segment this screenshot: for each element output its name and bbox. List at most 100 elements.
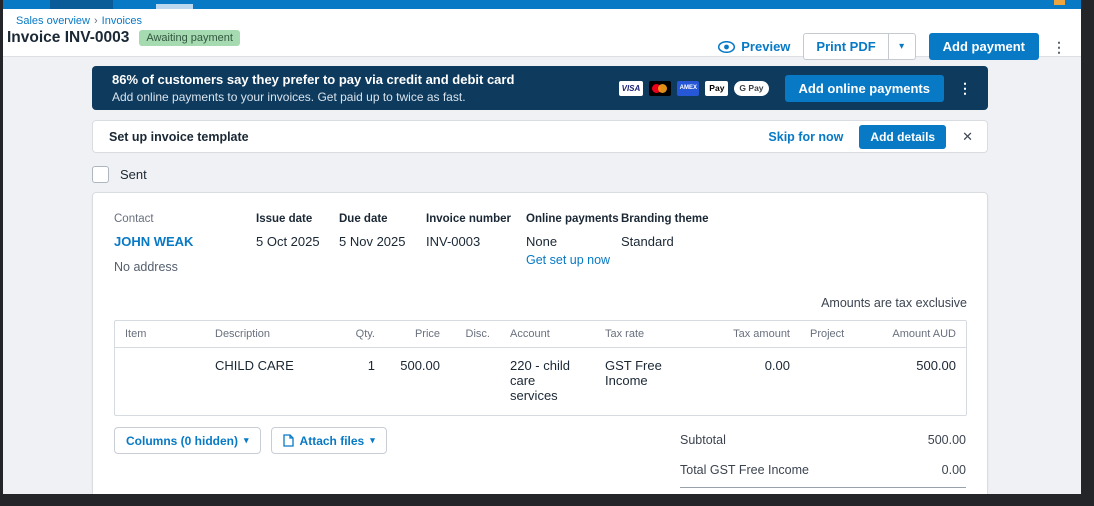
- branding-theme-label: Branding theme: [621, 213, 709, 225]
- cell-description[interactable]: CHILD CARE: [205, 348, 345, 415]
- invoice-card: Contact JOHN WEAK No address Issue date …: [92, 192, 988, 494]
- contact-address: No address: [114, 260, 178, 274]
- col-header-tax-amount: Tax amount: [733, 328, 790, 340]
- branding-theme-value[interactable]: Standard: [621, 234, 709, 249]
- subtotal-row: Subtotal 500.00: [680, 427, 966, 457]
- online-payments-value: None: [526, 234, 558, 249]
- top-nav-bar: [3, 0, 1081, 9]
- app-viewport: Sales overview › Invoices Invoice INV-0003…: [3, 0, 1081, 494]
- amex-icon: AMEX: [677, 80, 700, 96]
- add-details-button[interactable]: Add details: [859, 124, 947, 149]
- sent-checkbox[interactable]: [92, 166, 109, 183]
- invoice-number-field: Invoice number INV-0003: [426, 213, 526, 274]
- gst-label: Total GST Free Income: [680, 463, 809, 477]
- issue-date-value[interactable]: 5 Oct 2025: [256, 234, 339, 249]
- preview-button[interactable]: Preview: [718, 39, 790, 54]
- chevron-down-icon: ▾: [899, 41, 905, 52]
- add-online-payments-button[interactable]: Add online payments: [784, 74, 944, 102]
- columns-button-label: Columns (0 hidden): [126, 433, 238, 448]
- contact-field: Contact JOHN WEAK No address: [114, 213, 256, 274]
- columns-button[interactable]: Columns (0 hidden) ▾: [114, 427, 261, 454]
- banner-headline: 86% of customers say they prefer to pay …: [112, 72, 515, 87]
- subtotal-label: Subtotal: [680, 433, 726, 447]
- col-header-item: Item: [125, 328, 147, 340]
- google-pay-icon: G Pay: [734, 80, 769, 96]
- col-header-description: Description: [215, 328, 271, 340]
- invoice-number-label: Invoice number: [426, 213, 511, 225]
- close-icon[interactable]: ✕: [962, 129, 973, 145]
- col-header-price: Price: [414, 328, 440, 340]
- chevron-down-icon: ▾: [244, 435, 249, 445]
- template-bar-title: Set up invoice template: [109, 129, 249, 144]
- mastercard-icon: [649, 80, 672, 96]
- gst-value: 0.00: [941, 463, 966, 477]
- attach-files-label: Attach files: [299, 433, 365, 448]
- col-header-qty: Qty.: [355, 328, 375, 340]
- cell-project[interactable]: [800, 348, 875, 415]
- page-header: Sales overview › Invoices Invoice INV-0003…: [3, 9, 1081, 60]
- breadcrumb-invoices[interactable]: Invoices: [102, 15, 142, 27]
- banner-subtext: Add online payments to your invoices. Ge…: [112, 90, 466, 104]
- due-date-value[interactable]: 5 Nov 2025: [339, 234, 426, 249]
- print-pdf-split-button: Print PDF ▾: [803, 33, 916, 60]
- contact-name-link[interactable]: JOHN WEAK: [114, 234, 256, 249]
- banner-kebab-menu-icon[interactable]: ⋮: [958, 81, 972, 95]
- branding-theme-field: Branding theme Standard: [621, 213, 709, 274]
- chevron-down-icon: ▾: [370, 435, 375, 445]
- breadcrumb: Sales overview › Invoices: [16, 9, 1081, 27]
- main-content: 86% of customers say they prefer to pay …: [92, 66, 988, 494]
- table-row[interactable]: CHILD CARE 1 500.00 220 - child care ser…: [115, 348, 966, 415]
- issue-date-field: Issue date 5 Oct 2025: [256, 213, 339, 274]
- due-date-label: Due date: [339, 213, 388, 225]
- col-header-amount-aud: Amount AUD: [892, 328, 956, 340]
- col-header-disc: Disc.: [465, 328, 490, 340]
- cell-tax-rate[interactable]: GST Free Income: [595, 348, 715, 415]
- visa-icon: VISA: [618, 80, 644, 96]
- table-header-row: Item Description Qty. Price Disc. Accoun…: [115, 321, 966, 348]
- breadcrumb-sales-overview[interactable]: Sales overview: [16, 15, 90, 27]
- tax-exclusive-note: Amounts are tax exclusive: [821, 296, 967, 310]
- gst-row: Total GST Free Income 0.00: [680, 457, 966, 487]
- attach-files-button[interactable]: Attach files ▾: [270, 427, 387, 454]
- cell-item[interactable]: [115, 348, 205, 415]
- cell-account[interactable]: 220 - child care services: [500, 348, 595, 415]
- issue-date-label: Issue date: [256, 213, 313, 225]
- breadcrumb-separator-icon: ›: [93, 15, 98, 27]
- skip-for-now-link[interactable]: Skip for now: [768, 130, 843, 144]
- col-header-account: Account: [510, 328, 550, 340]
- subtotal-value: 500.00: [927, 433, 966, 447]
- online-payments-banner: 86% of customers say they prefer to pay …: [92, 66, 988, 110]
- file-icon: [282, 434, 294, 447]
- line-items-table: Item Description Qty. Price Disc. Accoun…: [114, 320, 967, 416]
- preview-label: Preview: [741, 39, 791, 54]
- cell-tax-amount[interactable]: 0.00: [715, 348, 800, 415]
- col-header-tax-rate: Tax rate: [605, 328, 645, 340]
- cell-qty[interactable]: 1: [345, 348, 385, 415]
- invoice-template-bar: Set up invoice template Skip for now Add…: [92, 120, 988, 153]
- cell-amount[interactable]: 500.00: [875, 348, 966, 415]
- page-title: Invoice INV-0003: [7, 29, 130, 46]
- cell-price[interactable]: 500.00: [385, 348, 450, 415]
- avatar[interactable]: [1054, 0, 1065, 5]
- total-row: Total 500.00: [680, 488, 966, 494]
- totals-section: Subtotal 500.00 Total GST Free Income 0.…: [680, 427, 966, 494]
- eye-icon: [718, 40, 736, 53]
- add-payment-button[interactable]: Add payment: [928, 33, 1039, 60]
- col-header-project: Project: [810, 328, 845, 340]
- sent-checkbox-label: Sent: [120, 167, 147, 182]
- print-pdf-dropdown-button[interactable]: ▾: [887, 34, 915, 59]
- contact-label: Contact: [114, 213, 154, 225]
- invoice-number-value[interactable]: INV-0003: [426, 234, 526, 249]
- apple-pay-icon: Pay: [705, 80, 729, 96]
- sent-checkbox-row: Sent: [92, 166, 988, 183]
- print-pdf-button[interactable]: Print PDF: [804, 34, 887, 59]
- online-payments-field: Online payments None Get set up now: [526, 213, 621, 274]
- header-kebab-menu-icon[interactable]: ⋮: [1052, 40, 1066, 54]
- online-payments-label: Online payments: [526, 213, 619, 225]
- nav-active-tab: [50, 0, 113, 9]
- status-badge: Awaiting payment: [139, 30, 240, 46]
- due-date-field: Due date 5 Nov 2025: [339, 213, 426, 274]
- cell-disc[interactable]: [450, 348, 500, 415]
- get-set-up-now-link[interactable]: Get set up now: [526, 253, 621, 267]
- invoice-fields: Contact JOHN WEAK No address Issue date …: [114, 213, 967, 274]
